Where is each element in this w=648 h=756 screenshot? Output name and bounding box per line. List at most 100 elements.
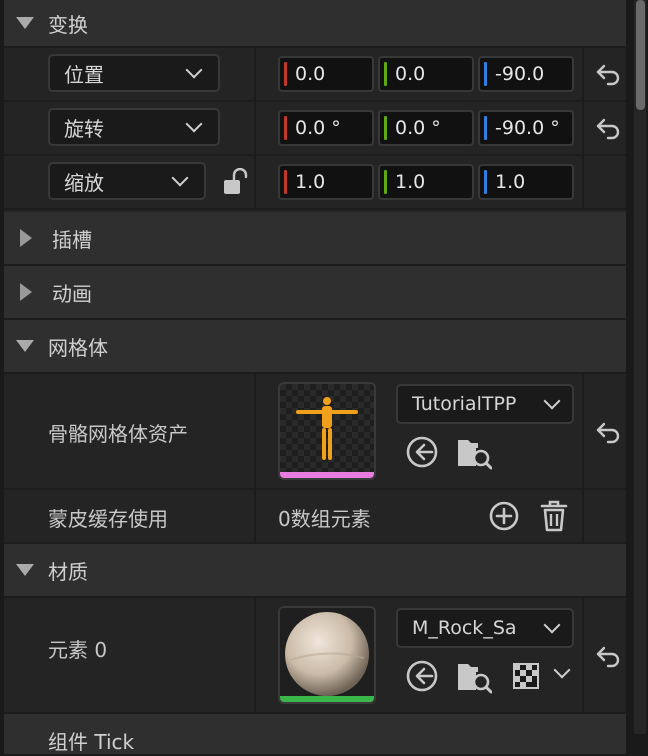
vertical-scrollbar[interactable] — [634, 0, 646, 734]
skeletal-mesh-thumbnail[interactable] — [278, 382, 376, 480]
skin-cache-usage-label: 蒙皮缓存使用 — [48, 507, 168, 531]
material-element-label: 元素 0 — [48, 638, 108, 662]
material-thumbnail[interactable] — [278, 606, 376, 704]
collapsed-triangle-icon — [20, 229, 32, 247]
reset-arrow-icon[interactable] — [594, 420, 622, 444]
find-in-browser-icon[interactable] — [456, 658, 492, 694]
x-axis-marker — [284, 62, 287, 86]
y-axis-marker — [384, 62, 387, 86]
section-title: 网格体 — [48, 335, 108, 360]
browse-arrow-icon[interactable] — [404, 434, 440, 470]
material-asset-picker[interactable]: M_Rock_Sa — [396, 608, 574, 648]
skeletal-mesh-asset-row: 骨骼网格体资产 TutorialTPP — [4, 374, 626, 490]
scale-row: 缩放 1.0 1.0 1.0 — [4, 156, 626, 210]
section-mesh-header[interactable]: 网格体 — [4, 320, 626, 374]
rotation-row: 旋转 0.0 ° 0.0 ° -90.0 ° — [4, 102, 626, 156]
column-divider — [582, 374, 584, 488]
scale-z-field[interactable]: 1.0 — [478, 164, 574, 200]
rotation-mode-dropdown[interactable]: 旋转 — [48, 108, 220, 146]
column-divider — [254, 156, 256, 208]
location-row: 位置 0.0 0.0 -90.0 — [4, 48, 626, 102]
column-divider — [582, 490, 584, 542]
trash-icon[interactable] — [536, 498, 572, 534]
column-divider — [582, 598, 584, 712]
rotation-y-field[interactable]: 0.0 ° — [378, 110, 474, 146]
location-z-value: -90.0 — [495, 63, 545, 85]
section-component-tick-header[interactable]: 组件 Tick — [4, 714, 626, 756]
column-divider — [254, 598, 256, 712]
column-divider — [582, 102, 584, 154]
x-axis-marker — [284, 116, 287, 140]
column-divider — [582, 48, 584, 100]
section-sockets-header[interactable]: 插槽 — [4, 212, 626, 266]
expand-triangle-icon — [16, 17, 34, 29]
reset-arrow-icon[interactable] — [594, 62, 622, 86]
expand-triangle-icon — [16, 564, 34, 576]
scale-x-value: 1.0 — [295, 171, 326, 193]
scale-mode-dropdown[interactable]: 缩放 — [48, 162, 206, 200]
lock-icon[interactable] — [222, 168, 250, 196]
column-divider — [254, 102, 256, 154]
column-divider — [582, 156, 584, 208]
location-x-value: 0.0 — [295, 63, 326, 85]
rotation-y-value: 0.0 ° — [395, 117, 441, 139]
y-axis-marker — [384, 170, 387, 194]
section-title: 插槽 — [52, 227, 92, 252]
rotation-z-value: -90.0 ° — [495, 117, 560, 139]
location-y-field[interactable]: 0.0 — [378, 56, 474, 92]
z-axis-marker — [484, 62, 487, 86]
rotation-x-value: 0.0 ° — [295, 117, 341, 139]
section-title: 材质 — [48, 559, 88, 584]
section-transform-header[interactable]: 变换 — [4, 0, 626, 48]
collapsed-triangle-icon — [20, 283, 32, 301]
asset-name: M_Rock_Sa — [412, 617, 517, 639]
array-element-count: 0数组元素 — [278, 507, 371, 531]
scrollbar-thumb[interactable] — [636, 0, 645, 110]
rotation-x-field[interactable]: 0.0 ° — [278, 110, 374, 146]
browse-arrow-icon[interactable] — [404, 658, 440, 694]
chevron-down-icon — [185, 61, 203, 79]
section-title: 组件 Tick — [48, 730, 135, 754]
location-x-field[interactable]: 0.0 — [278, 56, 374, 92]
reset-arrow-icon[interactable] — [594, 644, 622, 668]
scale-y-value: 1.0 — [395, 171, 426, 193]
scale-z-value: 1.0 — [495, 171, 526, 193]
checker-icon[interactable] — [510, 660, 542, 692]
chevron-down-icon — [171, 169, 189, 187]
z-axis-marker — [484, 170, 487, 194]
location-y-value: 0.0 — [395, 63, 426, 85]
section-materials-header[interactable]: 材质 — [4, 544, 626, 598]
skeletal-mesh-asset-picker[interactable]: TutorialTPP — [396, 384, 574, 424]
y-axis-marker — [384, 116, 387, 140]
scale-y-field[interactable]: 1.0 — [378, 164, 474, 200]
section-title: 动画 — [52, 281, 92, 306]
chevron-down-icon — [543, 392, 561, 410]
z-axis-marker — [484, 116, 487, 140]
rotation-z-field[interactable]: -90.0 ° — [478, 110, 574, 146]
location-label: 位置 — [64, 62, 104, 87]
material-element-0-row: 元素 0 M_Rock_Sa — [4, 598, 626, 714]
asset-name: TutorialTPP — [412, 393, 517, 415]
add-circle-icon[interactable] — [486, 498, 522, 534]
mannequin-thumbnail-image — [280, 384, 374, 478]
x-axis-marker — [284, 170, 287, 194]
column-divider — [254, 490, 256, 542]
chevron-down-icon[interactable] — [553, 661, 571, 679]
scale-label: 缩放 — [64, 170, 104, 195]
skin-cache-usage-row: 蒙皮缓存使用 0数组元素 — [4, 490, 626, 544]
chevron-down-icon — [185, 115, 203, 133]
skeletal-mesh-asset-label: 骨骼网格体资产 — [48, 422, 188, 446]
column-divider — [254, 374, 256, 488]
location-mode-dropdown[interactable]: 位置 — [48, 54, 220, 92]
column-divider — [254, 48, 256, 100]
section-animation-header[interactable]: 动画 — [4, 266, 626, 320]
find-in-browser-icon[interactable] — [456, 434, 492, 470]
scale-x-field[interactable]: 1.0 — [278, 164, 374, 200]
expand-triangle-icon — [16, 340, 34, 352]
material-sphere-thumbnail-image — [280, 608, 374, 702]
chevron-down-icon — [543, 616, 561, 634]
reset-arrow-icon[interactable] — [594, 116, 622, 140]
location-z-field[interactable]: -90.0 — [478, 56, 574, 92]
rotation-label: 旋转 — [64, 116, 104, 141]
section-title: 变换 — [48, 12, 88, 37]
